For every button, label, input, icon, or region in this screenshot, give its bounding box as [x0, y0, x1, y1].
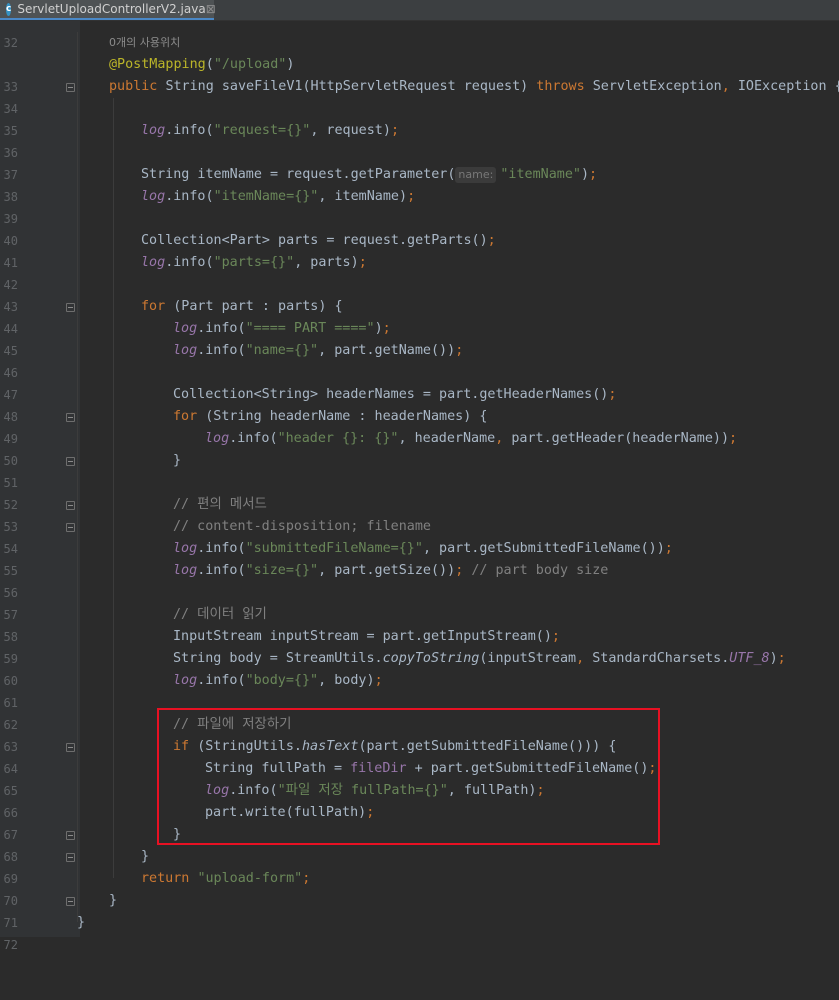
code-line: 33 @PostMapping("/upload")	[0, 54, 839, 94]
code-text: for (Part part : parts) {	[141, 299, 343, 314]
code-line: 59 InputStream inputStream = part.getInp…	[0, 626, 839, 666]
code-line: 53 // 편의 메서드	[0, 494, 839, 534]
code-line: 37	[0, 142, 839, 182]
fold-marker-icon[interactable]	[66, 501, 75, 510]
code-text: String body = StreamUtils.copyToString(i…	[173, 651, 786, 666]
code-line: 0개의 사용위치	[0, 32, 839, 54]
code-line: 44 for (Part part : parts) {	[0, 296, 839, 336]
code-text: }	[77, 915, 86, 930]
line-number: 72	[3, 938, 18, 952]
fold-marker-icon[interactable]	[66, 303, 75, 312]
code-text: public String saveFileV1(HttpServletRequ…	[109, 79, 839, 94]
code-line: 51 }	[0, 450, 839, 490]
code-line: 38 String itemName = request.getParamete…	[0, 164, 839, 204]
fold-marker-icon[interactable]	[66, 743, 75, 752]
code-line: 43	[0, 274, 839, 314]
code-text: return "upload-form";	[141, 871, 311, 886]
code-line: 72 }	[0, 912, 839, 952]
code-line: 69 }	[0, 846, 839, 886]
code-line: 35	[0, 98, 839, 138]
fold-marker-icon[interactable]	[66, 853, 75, 862]
code-text: }	[109, 893, 118, 908]
code-line: 60 String body = StreamUtils.copyToStrin…	[0, 648, 839, 688]
indent-guide	[113, 98, 114, 878]
code-line: 52	[0, 472, 839, 512]
code-line: 70 return "upload-form";	[0, 868, 839, 908]
code-line: 61 log.info("body={}", body);	[0, 670, 839, 710]
fold-marker-icon[interactable]	[66, 83, 75, 92]
code-text: log.info("submittedFileName={}", part.ge…	[173, 541, 673, 556]
code-line: 39 log.info("itemName={}", itemName);	[0, 186, 839, 226]
code-line: 71 }	[0, 890, 839, 930]
fold-marker-icon[interactable]	[66, 457, 75, 466]
code-line: 57	[0, 582, 839, 622]
code-text: }	[141, 849, 150, 864]
code-text: String itemName = request.getParameter(n…	[141, 167, 598, 183]
code-line: 34 public String saveFileV1(HttpServletR…	[0, 76, 839, 116]
fold-marker-icon[interactable]	[66, 831, 75, 840]
code-text: InputStream inputStream = part.getInputS…	[173, 629, 560, 644]
code-text: log.info("body={}", body);	[173, 673, 383, 688]
code-line: 45 log.info("==== PART ====");	[0, 318, 839, 358]
code-line: 36 log.info("request={}", request);	[0, 120, 839, 160]
code-text: log.info("parts={}", parts);	[141, 255, 367, 270]
usage-hint[interactable]: 0개의 사용위치	[109, 32, 180, 54]
code-line: 49 for (String headerName : headerNames)…	[0, 406, 839, 446]
code-comment: // 편의 메서드	[173, 497, 267, 512]
code-line: 56 log.info("size={}", part.getSize()); …	[0, 560, 839, 600]
code-line: 48 Collection<String> headerNames = part…	[0, 384, 839, 424]
code-text: @PostMapping("/upload")	[109, 57, 295, 72]
code-text: log.info("name={}", part.getName());	[173, 343, 464, 358]
indent-guide	[77, 32, 78, 922]
code-line: 46 log.info("name={}", part.getName());	[0, 340, 839, 380]
code-text: log.info("itemName={}", itemName);	[141, 189, 416, 204]
code-text: log.info("request={}", request);	[141, 123, 399, 138]
code-text: for (String headerName : headerNames) {	[173, 409, 488, 424]
parameter-hint: name:	[455, 167, 497, 183]
code-line: 42 log.info("parts={}", parts);	[0, 252, 839, 292]
code-text: log.info("==== PART ====");	[173, 321, 391, 336]
code-comment: // content-disposition; filename	[173, 519, 431, 534]
fold-marker-icon[interactable]	[66, 413, 75, 422]
code-text: log.info("header {}: {}", headerName, pa…	[205, 431, 738, 446]
code-line: 41 Collection<Part> parts = request.getP…	[0, 230, 839, 270]
code-line: 58 // 데이터 읽기	[0, 604, 839, 644]
fold-marker-icon[interactable]	[66, 897, 75, 906]
code-text: Collection<String> headerNames = part.ge…	[173, 387, 617, 402]
code-line: 32	[0, 10, 839, 50]
code-text: Collection<Part> parts = request.getPart…	[141, 233, 496, 248]
code-text: log.info("size={}", part.getSize()); // …	[173, 563, 609, 578]
code-line: 54 // content-disposition; filename	[0, 516, 839, 556]
code-line: 55 log.info("submittedFileName={}", part…	[0, 538, 839, 578]
fold-marker-icon[interactable]	[66, 523, 75, 532]
code-text: }	[173, 453, 182, 468]
code-line: 47	[0, 362, 839, 402]
code-line: 50 log.info("header {}: {}", headerName,…	[0, 428, 839, 468]
code-comment: // 데이터 읽기	[173, 607, 267, 622]
highlight-box	[157, 708, 660, 845]
code-line: 40	[0, 208, 839, 248]
